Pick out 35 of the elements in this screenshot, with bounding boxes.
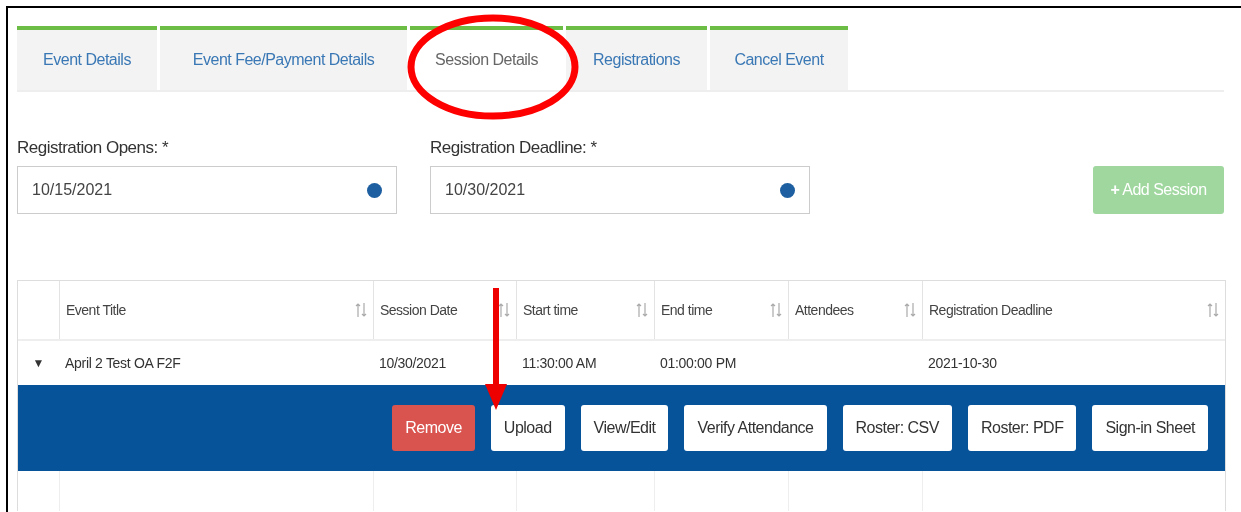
column-header: Registration Deadline (929, 302, 1053, 318)
sort-icon[interactable] (636, 302, 648, 318)
sort-icon[interactable] (498, 302, 510, 318)
sort-icon[interactable] (355, 302, 367, 318)
action-button[interactable]: Remove (392, 405, 475, 451)
table-cell-text: 2021-10-30 (927, 355, 998, 371)
sort-icon[interactable] (1207, 302, 1219, 318)
date-field[interactable]: 10/30/2021 (430, 166, 810, 214)
clear-icon[interactable] (367, 182, 382, 198)
field-label: Registration Opens: * (17, 138, 170, 158)
action-button[interactable]: Roster: PDF (967, 405, 1077, 451)
action-button[interactable]: View/Edit (580, 405, 669, 451)
column-header: Start time (523, 302, 578, 318)
table-cell-text: 01:00:00 PM (659, 355, 738, 371)
table-cell-text: April 2 Test OA F2F (64, 355, 182, 371)
column-header: Attendees (795, 302, 854, 318)
expand-toggle-icon[interactable]: ▼ (32, 356, 45, 370)
sort-icon[interactable] (770, 302, 782, 318)
table-cell-text: 11:30:00 AM (521, 355, 598, 371)
tab[interactable]: Registrations (566, 26, 707, 90)
tab[interactable]: Cancel Event (710, 26, 848, 90)
date-field[interactable]: 10/15/2021 (17, 166, 397, 214)
table-cell-text: 10/30/2021 (378, 355, 448, 371)
action-button[interactable]: Sign-in Sheet (1092, 405, 1208, 451)
column-header: Session Date (380, 302, 458, 318)
action-button[interactable]: Verify Attendance (684, 405, 827, 451)
tab[interactable]: Event Fee/Payment Details (160, 26, 407, 90)
column-header: End time (661, 302, 713, 318)
action-button[interactable]: Roster: CSV (842, 405, 952, 451)
action-button[interactable]: Upload (490, 405, 565, 451)
column-header: Event Title (66, 302, 126, 318)
sort-icon[interactable] (904, 302, 916, 318)
tab[interactable]: Event Details (17, 26, 157, 90)
clear-icon[interactable] (780, 182, 795, 198)
field-label: Registration Deadline: * (430, 138, 598, 158)
